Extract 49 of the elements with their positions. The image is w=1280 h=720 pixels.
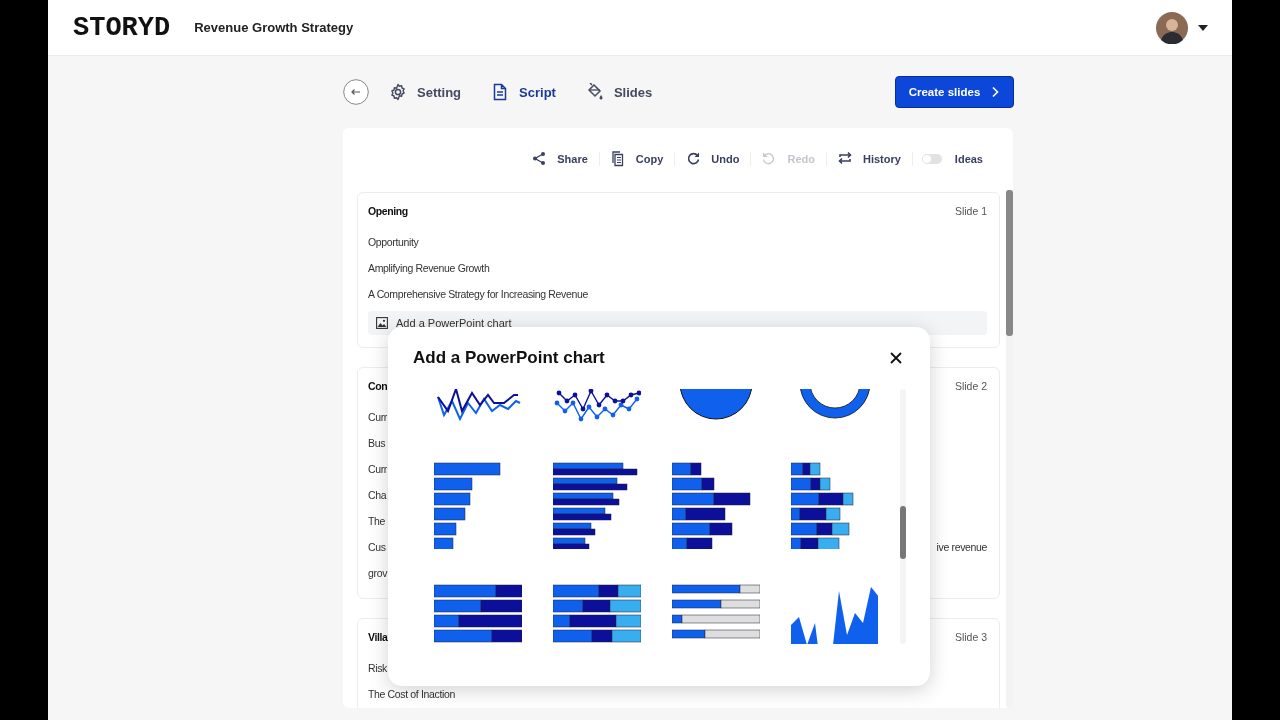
script-line: Cha [368, 489, 387, 501]
script-line: Curr [368, 463, 387, 475]
logo: STORYD [73, 12, 171, 43]
avatar[interactable] [1156, 11, 1188, 44]
scrollbar[interactable] [900, 389, 906, 644]
paint-bucket-icon [585, 83, 604, 101]
tab[interactable]: Setting [379, 77, 472, 107]
share-icon [532, 151, 547, 167]
undo-arrow-icon [762, 151, 777, 167]
slide-number: Slide 3 [954, 631, 987, 643]
script-line: Risk [368, 662, 387, 674]
slide-number: Slide 2 [954, 380, 987, 392]
script-line: The Cost of Inaction [368, 688, 455, 700]
dialog-title: Add a PowerPoint chart [413, 348, 605, 368]
swap-arrows-icon [837, 151, 852, 167]
slide-number: Slide 1 [954, 205, 987, 217]
script-line: Cus [368, 541, 386, 553]
toggle-label: Ideas [954, 153, 983, 165]
script-line: The [368, 515, 386, 527]
script-line: Curr [368, 411, 387, 423]
history-button[interactable]: History [835, 149, 903, 169]
back-button[interactable] [343, 79, 369, 105]
undo-button[interactable]: Undo [684, 149, 742, 169]
section-title: Opening [368, 205, 408, 217]
script-line: grov [368, 567, 388, 579]
script-line: ive revenue [936, 541, 987, 553]
image-icon [376, 317, 388, 329]
section-title: Villa [368, 631, 388, 643]
create-slides-button[interactable]: Create slides [895, 76, 1014, 108]
share-button[interactable]: Share [530, 149, 590, 169]
script-line: Bus [368, 437, 386, 449]
chevron-right-icon [990, 86, 1001, 98]
dropdown-caret-icon[interactable] [1198, 24, 1208, 31]
clustered-bar-chart-thumbnail[interactable] [553, 461, 641, 549]
scrollbar-thumb[interactable] [900, 506, 906, 559]
scrollbar-thumb[interactable] [1006, 190, 1013, 336]
gear-icon [389, 83, 407, 101]
redo-arrow-icon [686, 151, 701, 167]
copy-icon [610, 151, 625, 167]
script-line: A Comprehensive Strategy for Increasing Revenue [368, 288, 588, 300]
ideas-toggle[interactable] [921, 154, 942, 164]
tab[interactable]: Script [481, 77, 566, 107]
document-title: Revenue Growth Strategy [194, 20, 354, 35]
close-icon[interactable] [890, 352, 902, 364]
script-line: Opportunity [368, 236, 419, 248]
copy-button[interactable]: Copy [608, 149, 666, 169]
script-line: Amplifying Revenue Growth [368, 262, 490, 274]
section-title: Con [368, 380, 388, 392]
tab[interactable]: Slides [575, 77, 663, 107]
